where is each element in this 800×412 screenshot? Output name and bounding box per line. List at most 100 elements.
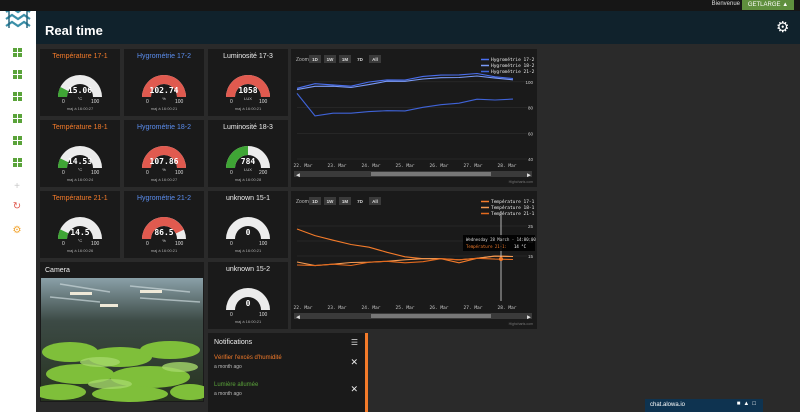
sidebar: + ↻ ⚙ — [0, 0, 36, 412]
dashboard-icon[interactable] — [10, 46, 24, 60]
credit: Highcharts.com — [509, 322, 533, 326]
tooltip-label: Température 21-1: — [466, 244, 507, 249]
x-tick-label: 28. Mar — [498, 305, 517, 311]
series-line — [296, 93, 514, 117]
gauge-max: 100 — [259, 99, 268, 105]
y-tick-label: 60 — [528, 131, 534, 136]
notification-time: a month ago — [214, 364, 242, 370]
zoom-button-label: All — [372, 57, 378, 62]
gauge-unit: % — [162, 167, 166, 172]
notifications-panel: Notifications ☰ Vérifier l'excès d'humid… — [208, 333, 368, 412]
gauge-min: 0 — [62, 170, 65, 176]
plus-icon[interactable]: + — [10, 180, 24, 194]
scrollbar[interactable] — [365, 333, 368, 412]
user-button[interactable]: GETLARGE ▲ — [742, 0, 794, 10]
dashboard-icon[interactable] — [10, 68, 24, 82]
gauge-min: 0 — [62, 99, 65, 105]
gauge-max: 100 — [91, 99, 100, 105]
y-tick-label: 40 — [528, 157, 534, 162]
navigator-handle[interactable] — [371, 172, 491, 176]
person-icon: ▲ — [782, 2, 789, 8]
gauge-value: 14.53 — [67, 157, 93, 166]
x-tick-label: 24. Mar — [362, 163, 381, 169]
legend-item: Hygrométrie 21-2 — [491, 68, 535, 75]
y-tick-label: 100 — [525, 80, 533, 85]
gauge-tile: Température 17-1 15.06 °C 0 100 maj à 16:00:2… — [40, 49, 120, 116]
gauge-unit: % — [162, 238, 166, 243]
humidity-chart[interactable]: Zoom 1D 1W 1M 7D All Hygrométrie 17-2Hygrométr… — [291, 49, 537, 187]
gauge-max: 100 — [175, 241, 184, 247]
temperature-chart[interactable]: Zoom 1D 1W 1M 7D All Température 17-1Températu… — [291, 191, 537, 329]
gauge-updated: maj à 16:00:21 — [150, 106, 178, 111]
gauge-unit: °C — [77, 167, 83, 172]
gauge-updated: maj à 16:00:27 — [66, 106, 94, 111]
gauge-updated: maj à 16:00:21 — [234, 248, 262, 253]
legend-item: Hygrométrie 17-2 — [491, 56, 535, 63]
hover-point — [499, 257, 503, 261]
gauge-max: 100 — [175, 99, 184, 105]
gauge-tile: Luminosité 17-3 1058 LUX 0 100 maj à 16:00:21 — [208, 49, 288, 116]
gauge-min: 0 — [146, 99, 149, 105]
dashboard-icon[interactable] — [10, 134, 24, 148]
navigator-handle[interactable] — [371, 314, 491, 318]
camera-image[interactable] — [40, 262, 204, 402]
legend-item: Température 21-1 — [491, 210, 535, 217]
x-tick-label: 28. Mar — [498, 163, 517, 169]
expand-icon[interactable]: □ — [752, 401, 759, 407]
notification-title: Lumière allumée — [214, 382, 259, 388]
gauge-value: 0 — [245, 299, 251, 308]
x-tick-label: 25. Mar — [396, 163, 415, 169]
gauge-updated: maj à 16:00:21 — [234, 319, 262, 324]
zoom-button-label: 1D — [312, 57, 319, 62]
x-tick-label: 23. Mar — [328, 163, 347, 169]
legend-item: Hygrométrie 18-2 — [491, 62, 535, 69]
gauge-value: 14.5 — [70, 228, 90, 237]
y-tick-label: 15 — [528, 254, 534, 259]
legend-item: Température 17-1 — [491, 198, 535, 205]
sync-icon[interactable]: ↻ — [10, 200, 24, 214]
page-header: Real time ⚙ — [36, 11, 800, 44]
temperature-chart-panel: Zoom 1D 1W 1M 7D All Température 17-1 Températu… — [291, 191, 537, 329]
x-tick-label: 25. Mar — [396, 305, 415, 311]
menu-icon[interactable]: ☰ — [351, 338, 358, 347]
x-tick-label: 26. Mar — [430, 305, 449, 311]
settings-icon[interactable]: ⚙ — [10, 224, 24, 238]
close-icon[interactable]: ✕ — [350, 357, 358, 368]
gauge-tile: Hygrométrie 17-2 102.74% 0 100 maj à 16:00:2… — [124, 49, 204, 116]
x-tick-label: 22. Mar — [294, 163, 313, 169]
gauge-unit: % — [162, 96, 166, 101]
gauge-min: 0 — [146, 241, 149, 247]
gauge-updated: maj à 16:00:21 — [234, 106, 262, 111]
close-icon[interactable]: ✕ — [350, 384, 358, 395]
x-tick-label: 26. Mar — [430, 163, 449, 169]
gauge-value: 784 — [240, 157, 256, 166]
dashboard-icon[interactable] — [10, 90, 24, 104]
gauge-min: 0 — [230, 170, 233, 176]
gear-icon[interactable]: ⚙ — [776, 20, 790, 35]
gauge-value: 15.06 — [67, 86, 93, 95]
gauge-max: 100 — [91, 241, 100, 247]
scroll-right-icon: ▶ — [527, 315, 531, 321]
gauge-min: 0 — [62, 241, 65, 247]
gauge-unit: LUX — [244, 167, 252, 172]
gauge-updated: maj à 16:00:28 — [234, 177, 262, 182]
gauge-value: 102.74 — [149, 86, 179, 95]
gauge-value: 1058 — [238, 86, 258, 95]
chat-bar[interactable]: chat.alowa.io ■▲□ — [645, 399, 763, 412]
zoom-button-label: 7D — [357, 199, 364, 204]
chat-label: chat.alowa.io — [650, 402, 686, 408]
zoom-button-label: 1D — [312, 199, 319, 204]
gauge-max: 200 — [259, 170, 268, 176]
gauge-tile: Hygrométrie 21-2 86.5% 0 100 maj à 16:00:21 — [124, 191, 204, 258]
zoom-button-label: 1W — [327, 199, 335, 204]
dashboard-icon[interactable] — [10, 156, 24, 170]
zoom-button-label: All — [372, 199, 378, 204]
scroll-right-icon: ▶ — [527, 173, 531, 179]
gauge-max: 100 — [259, 241, 268, 247]
zoom-label: Zoom — [296, 57, 309, 63]
zoom-label: Zoom — [296, 199, 309, 205]
dashboard-icon[interactable] — [10, 112, 24, 126]
series-line — [296, 75, 514, 91]
scroll-left-icon: ◀ — [296, 315, 300, 321]
credit: Highcharts.com — [509, 180, 533, 184]
